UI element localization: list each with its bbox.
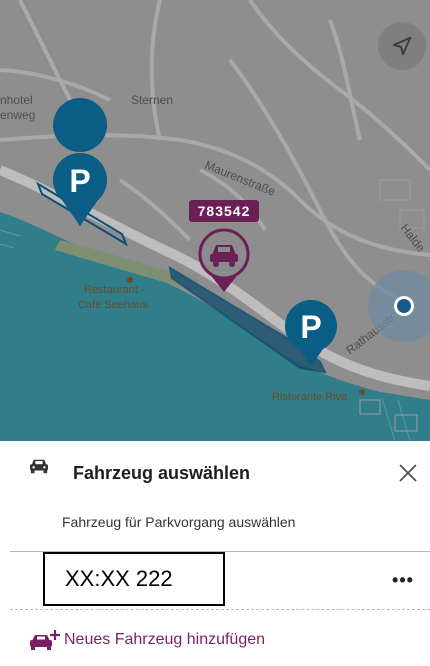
sheet-title: Fahrzeug auswählen [73,463,251,483]
divider-dashed [10,609,430,610]
poi-dot-restaurant [127,277,133,283]
map-canvas[interactable]: nhotel enweg Sternen Maurenstraße Halde … [0,0,430,441]
parking-symbol-1: P [69,163,90,199]
map-view[interactable]: nhotel enweg Sternen Maurenstraße Halde … [0,0,430,441]
sheet-subtitle: Fahrzeug für Parkvorgang auswählen [62,514,296,530]
close-icon[interactable] [394,459,422,487]
vehicle-list-item[interactable]: XX:XX 222 ••• [0,552,430,608]
marker-id-text: 783542 [198,203,251,219]
map-label-sternen: Sternen [131,93,173,107]
poi-dot-ristorante [359,389,365,395]
map-label-hotel-2: enweg [0,108,35,122]
sheet-header: Fahrzeug auswählen [0,441,430,503]
add-vehicle-label: Neues Fahrzeug hinzufügen [64,631,266,648]
map-label-hotel-1: nhotel [0,93,33,107]
locate-me-button[interactable] [378,22,426,70]
more-options-button[interactable]: ••• [388,570,418,590]
navigation-arrow-icon [392,36,412,56]
vehicle-select-sheet: Fahrzeug auswählen Fahrzeug für Parkvorg… [0,441,430,666]
add-vehicle-button[interactable]: Neues Fahrzeug hinzufügen [28,627,265,653]
map-label-ristorante: Ristorante Riva [272,391,348,403]
parking-symbol-2: P [300,309,321,345]
map-label-restaurant-1: Restaurant - [84,284,145,296]
vehicle-plate[interactable]: XX:XX 222 [43,552,225,606]
car-icon [30,459,48,474]
add-car-icon [30,630,60,650]
map-label-restaurant-2: Cafe Seehaus [78,299,148,311]
